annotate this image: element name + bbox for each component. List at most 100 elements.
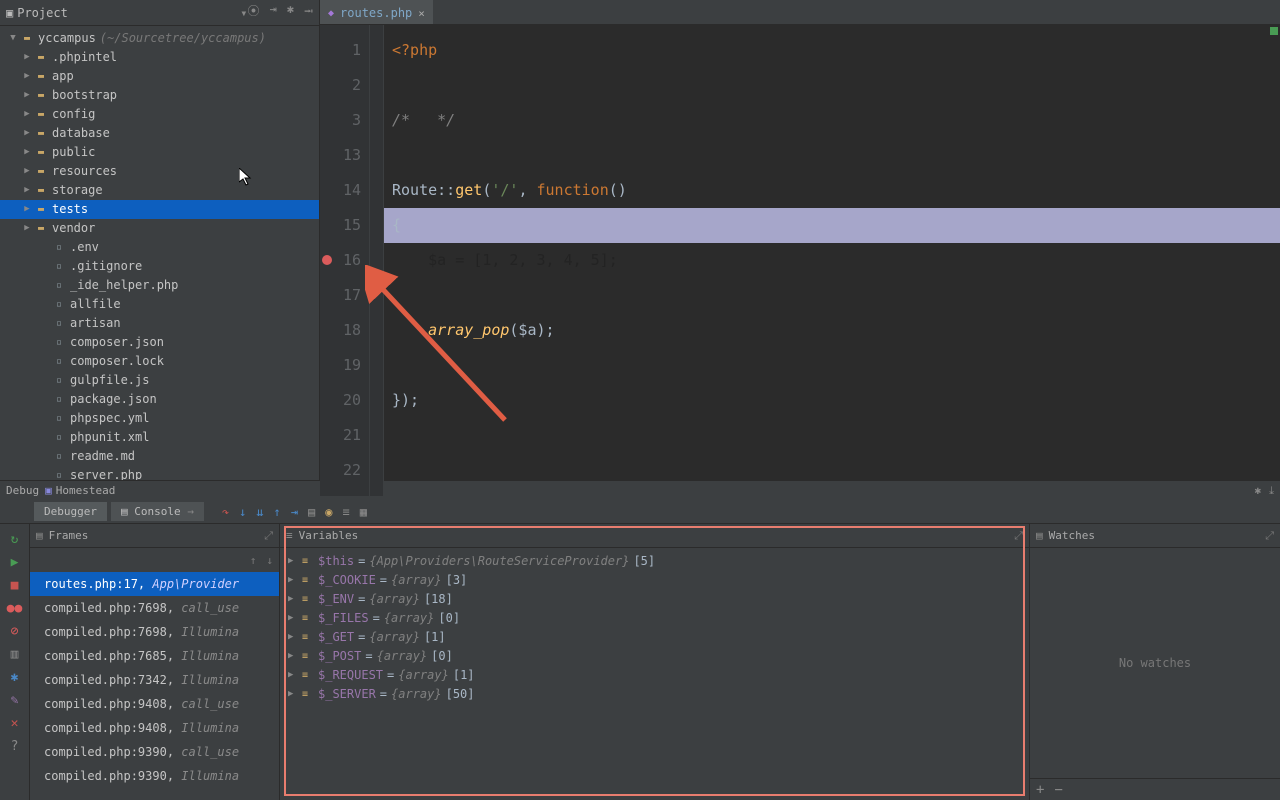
expand-arrow-icon[interactable]: ▶ bbox=[20, 143, 34, 162]
line-number[interactable]: 1 bbox=[320, 33, 361, 68]
expand-arrow-icon[interactable]: ▶ bbox=[20, 124, 34, 143]
step-over-icon[interactable]: ↷ bbox=[222, 505, 229, 519]
line-number[interactable]: 15 bbox=[320, 208, 361, 243]
expand-arrow-icon[interactable]: ▶ bbox=[288, 666, 298, 685]
expand-arrow-icon[interactable]: ▶ bbox=[20, 48, 34, 67]
line-number[interactable]: 13 bbox=[320, 138, 361, 173]
variable-row[interactable]: ▶≡$_REQUEST = {array} [1] bbox=[288, 666, 1021, 685]
settings2-icon[interactable]: ✱ bbox=[11, 670, 19, 685]
frame-row[interactable]: compiled.php:7685, Illumina bbox=[30, 644, 279, 668]
expand-arrow-icon[interactable]: ▶ bbox=[20, 105, 34, 124]
hide-icon[interactable]: ⭲ bbox=[304, 2, 313, 23]
expand-arrow-icon[interactable]: ▶ bbox=[288, 628, 298, 647]
code-editor[interactable]: 12313141516171819202122 <?php /*...*/ Ro… bbox=[320, 25, 1280, 496]
mute-breakpoints-icon[interactable]: ⊘ bbox=[11, 624, 19, 639]
line-number[interactable]: 3 bbox=[320, 103, 361, 138]
variable-row[interactable]: ▶≡$_ENV = {array} [18] bbox=[288, 590, 1021, 609]
add-watch-icon[interactable]: + bbox=[1036, 782, 1044, 798]
run-config-name[interactable]: Homestead bbox=[56, 484, 116, 497]
line-number[interactable]: 19 bbox=[320, 348, 361, 383]
evaluate-expression-icon[interactable]: ▤ bbox=[308, 505, 315, 519]
frame-row[interactable]: compiled.php:9390, call_use bbox=[30, 740, 279, 764]
help-icon[interactable]: ? bbox=[11, 739, 19, 754]
project-dropdown-icon[interactable]: ▾ bbox=[240, 6, 247, 20]
tree-folder[interactable]: ▶▬resources bbox=[0, 162, 319, 181]
frames-list[interactable]: routes.php:17, App\Providercompiled.php:… bbox=[30, 572, 279, 800]
tree-folder[interactable]: ▶▬storage bbox=[0, 181, 319, 200]
tree-folder[interactable]: ▶▬public bbox=[0, 143, 319, 162]
variable-row[interactable]: ▶≡$_COOKIE = {array} [3] bbox=[288, 571, 1021, 590]
tree-folder[interactable]: ▶▬config bbox=[0, 105, 319, 124]
frame-down-icon[interactable]: ↓ bbox=[266, 554, 273, 567]
line-number[interactable]: 18 bbox=[320, 313, 361, 348]
tree-file[interactable]: ▫readme.md bbox=[0, 447, 319, 466]
fold-gutter[interactable] bbox=[370, 25, 384, 496]
variable-row[interactable]: ▶≡$_POST = {array} [0] bbox=[288, 647, 1021, 666]
frame-up-icon[interactable]: ↑ bbox=[250, 554, 257, 567]
collapse-all-icon[interactable]: ⇥ bbox=[269, 2, 276, 23]
rerun-icon[interactable]: ↻ bbox=[11, 532, 19, 547]
debugger-tab[interactable]: Debugger bbox=[34, 502, 107, 521]
line-number[interactable]: 22 bbox=[320, 453, 361, 488]
line-number[interactable]: 16 bbox=[320, 243, 361, 278]
stop-icon[interactable]: ■ bbox=[11, 578, 19, 593]
expand-arrow-icon[interactable]: ▶ bbox=[288, 685, 298, 704]
tree-file[interactable]: ▫.gitignore bbox=[0, 257, 319, 276]
line-number[interactable]: 14 bbox=[320, 173, 361, 208]
tree-file[interactable]: ▫_ide_helper.php bbox=[0, 276, 319, 295]
tree-folder[interactable]: ▶▬.phpintel bbox=[0, 48, 319, 67]
expand-arrow-icon[interactable]: ▶ bbox=[288, 552, 298, 571]
gear-icon[interactable]: ✱ bbox=[287, 2, 294, 23]
line-number[interactable]: 20 bbox=[320, 383, 361, 418]
remove-watch-icon[interactable]: − bbox=[1054, 782, 1062, 798]
variable-row[interactable]: ▶≡$_SERVER = {array} [50] bbox=[288, 685, 1021, 704]
close-tab-icon[interactable]: × bbox=[418, 7, 425, 20]
tree-file[interactable]: ▫allfile bbox=[0, 295, 319, 314]
console-tab[interactable]: ▤ Console → bbox=[111, 502, 204, 521]
frame-row[interactable]: compiled.php:9408, Illumina bbox=[30, 716, 279, 740]
variable-row[interactable]: ▶≡$_GET = {array} [1] bbox=[288, 628, 1021, 647]
variables-list[interactable]: ▶≡$this = {App\Providers\RouteServicePro… bbox=[280, 548, 1029, 800]
tree-folder[interactable]: ▶▬vendor bbox=[0, 219, 319, 238]
tree-folder[interactable]: ▶▬database bbox=[0, 124, 319, 143]
line-number[interactable]: 2 bbox=[320, 68, 361, 103]
expand-arrow-icon[interactable]: ▶ bbox=[20, 67, 34, 86]
tree-folder[interactable]: ▶▬tests bbox=[0, 200, 319, 219]
frame-row[interactable]: compiled.php:9390, Illumina bbox=[30, 764, 279, 788]
expand-arrow-icon[interactable]: ▶ bbox=[20, 200, 34, 219]
watch-icon[interactable]: ◉ bbox=[325, 505, 332, 519]
editor-tab[interactable]: ◆ routes.php × bbox=[320, 0, 433, 24]
force-step-into-icon[interactable]: ⇊ bbox=[256, 505, 263, 519]
tree-folder[interactable]: ▶▬app bbox=[0, 67, 319, 86]
frame-row[interactable]: compiled.php:9408, call_use bbox=[30, 692, 279, 716]
tree-file[interactable]: ▫gulpfile.js bbox=[0, 371, 319, 390]
line-number[interactable]: 17 bbox=[320, 278, 361, 313]
frame-row[interactable]: compiled.php:7698, call_use bbox=[30, 596, 279, 620]
line-number[interactable]: 21 bbox=[320, 418, 361, 453]
tree-folder[interactable]: ▶▬bootstrap bbox=[0, 86, 319, 105]
run-to-cursor-icon[interactable]: ⇥ bbox=[291, 505, 298, 519]
expand-arrow-icon[interactable]: ▶ bbox=[20, 86, 34, 105]
step-out-icon[interactable]: ↑ bbox=[274, 505, 281, 519]
frame-row[interactable]: routes.php:17, App\Provider bbox=[30, 572, 279, 596]
expand-arrow-icon[interactable]: ▶ bbox=[288, 571, 298, 590]
tree-file[interactable]: ▫.env bbox=[0, 238, 319, 257]
sort-icon[interactable]: ≡ bbox=[342, 505, 349, 519]
view-breakpoints-icon[interactable]: ●● bbox=[7, 601, 23, 616]
scroll-to-source-icon[interactable]: ⦿ bbox=[247, 2, 259, 23]
tree-file[interactable]: ▫phpspec.yml bbox=[0, 409, 319, 428]
tree-file[interactable]: ▫composer.lock bbox=[0, 352, 319, 371]
line-number-gutter[interactable]: 12313141516171819202122 bbox=[320, 25, 370, 496]
close-debug-icon[interactable]: ✕ bbox=[11, 716, 19, 731]
tree-file[interactable]: ▫phpunit.xml bbox=[0, 428, 319, 447]
expand-arrow-icon[interactable]: ▶ bbox=[20, 162, 34, 181]
expand-arrow-icon[interactable]: ▶ bbox=[20, 219, 34, 238]
tree-file[interactable]: ▫package.json bbox=[0, 390, 319, 409]
watches-restore-icon[interactable]: ⤢ bbox=[1265, 529, 1274, 543]
variable-row[interactable]: ▶≡$_FILES = {array} [0] bbox=[288, 609, 1021, 628]
variable-row[interactable]: ▶≡$this = {App\Providers\RouteServicePro… bbox=[288, 552, 1021, 571]
settings-icon[interactable]: ▦ bbox=[360, 505, 367, 519]
tree-file[interactable]: ▫artisan bbox=[0, 314, 319, 333]
frame-row[interactable]: compiled.php:7698, Illumina bbox=[30, 620, 279, 644]
tree-file[interactable]: ▫server.php bbox=[0, 466, 319, 480]
